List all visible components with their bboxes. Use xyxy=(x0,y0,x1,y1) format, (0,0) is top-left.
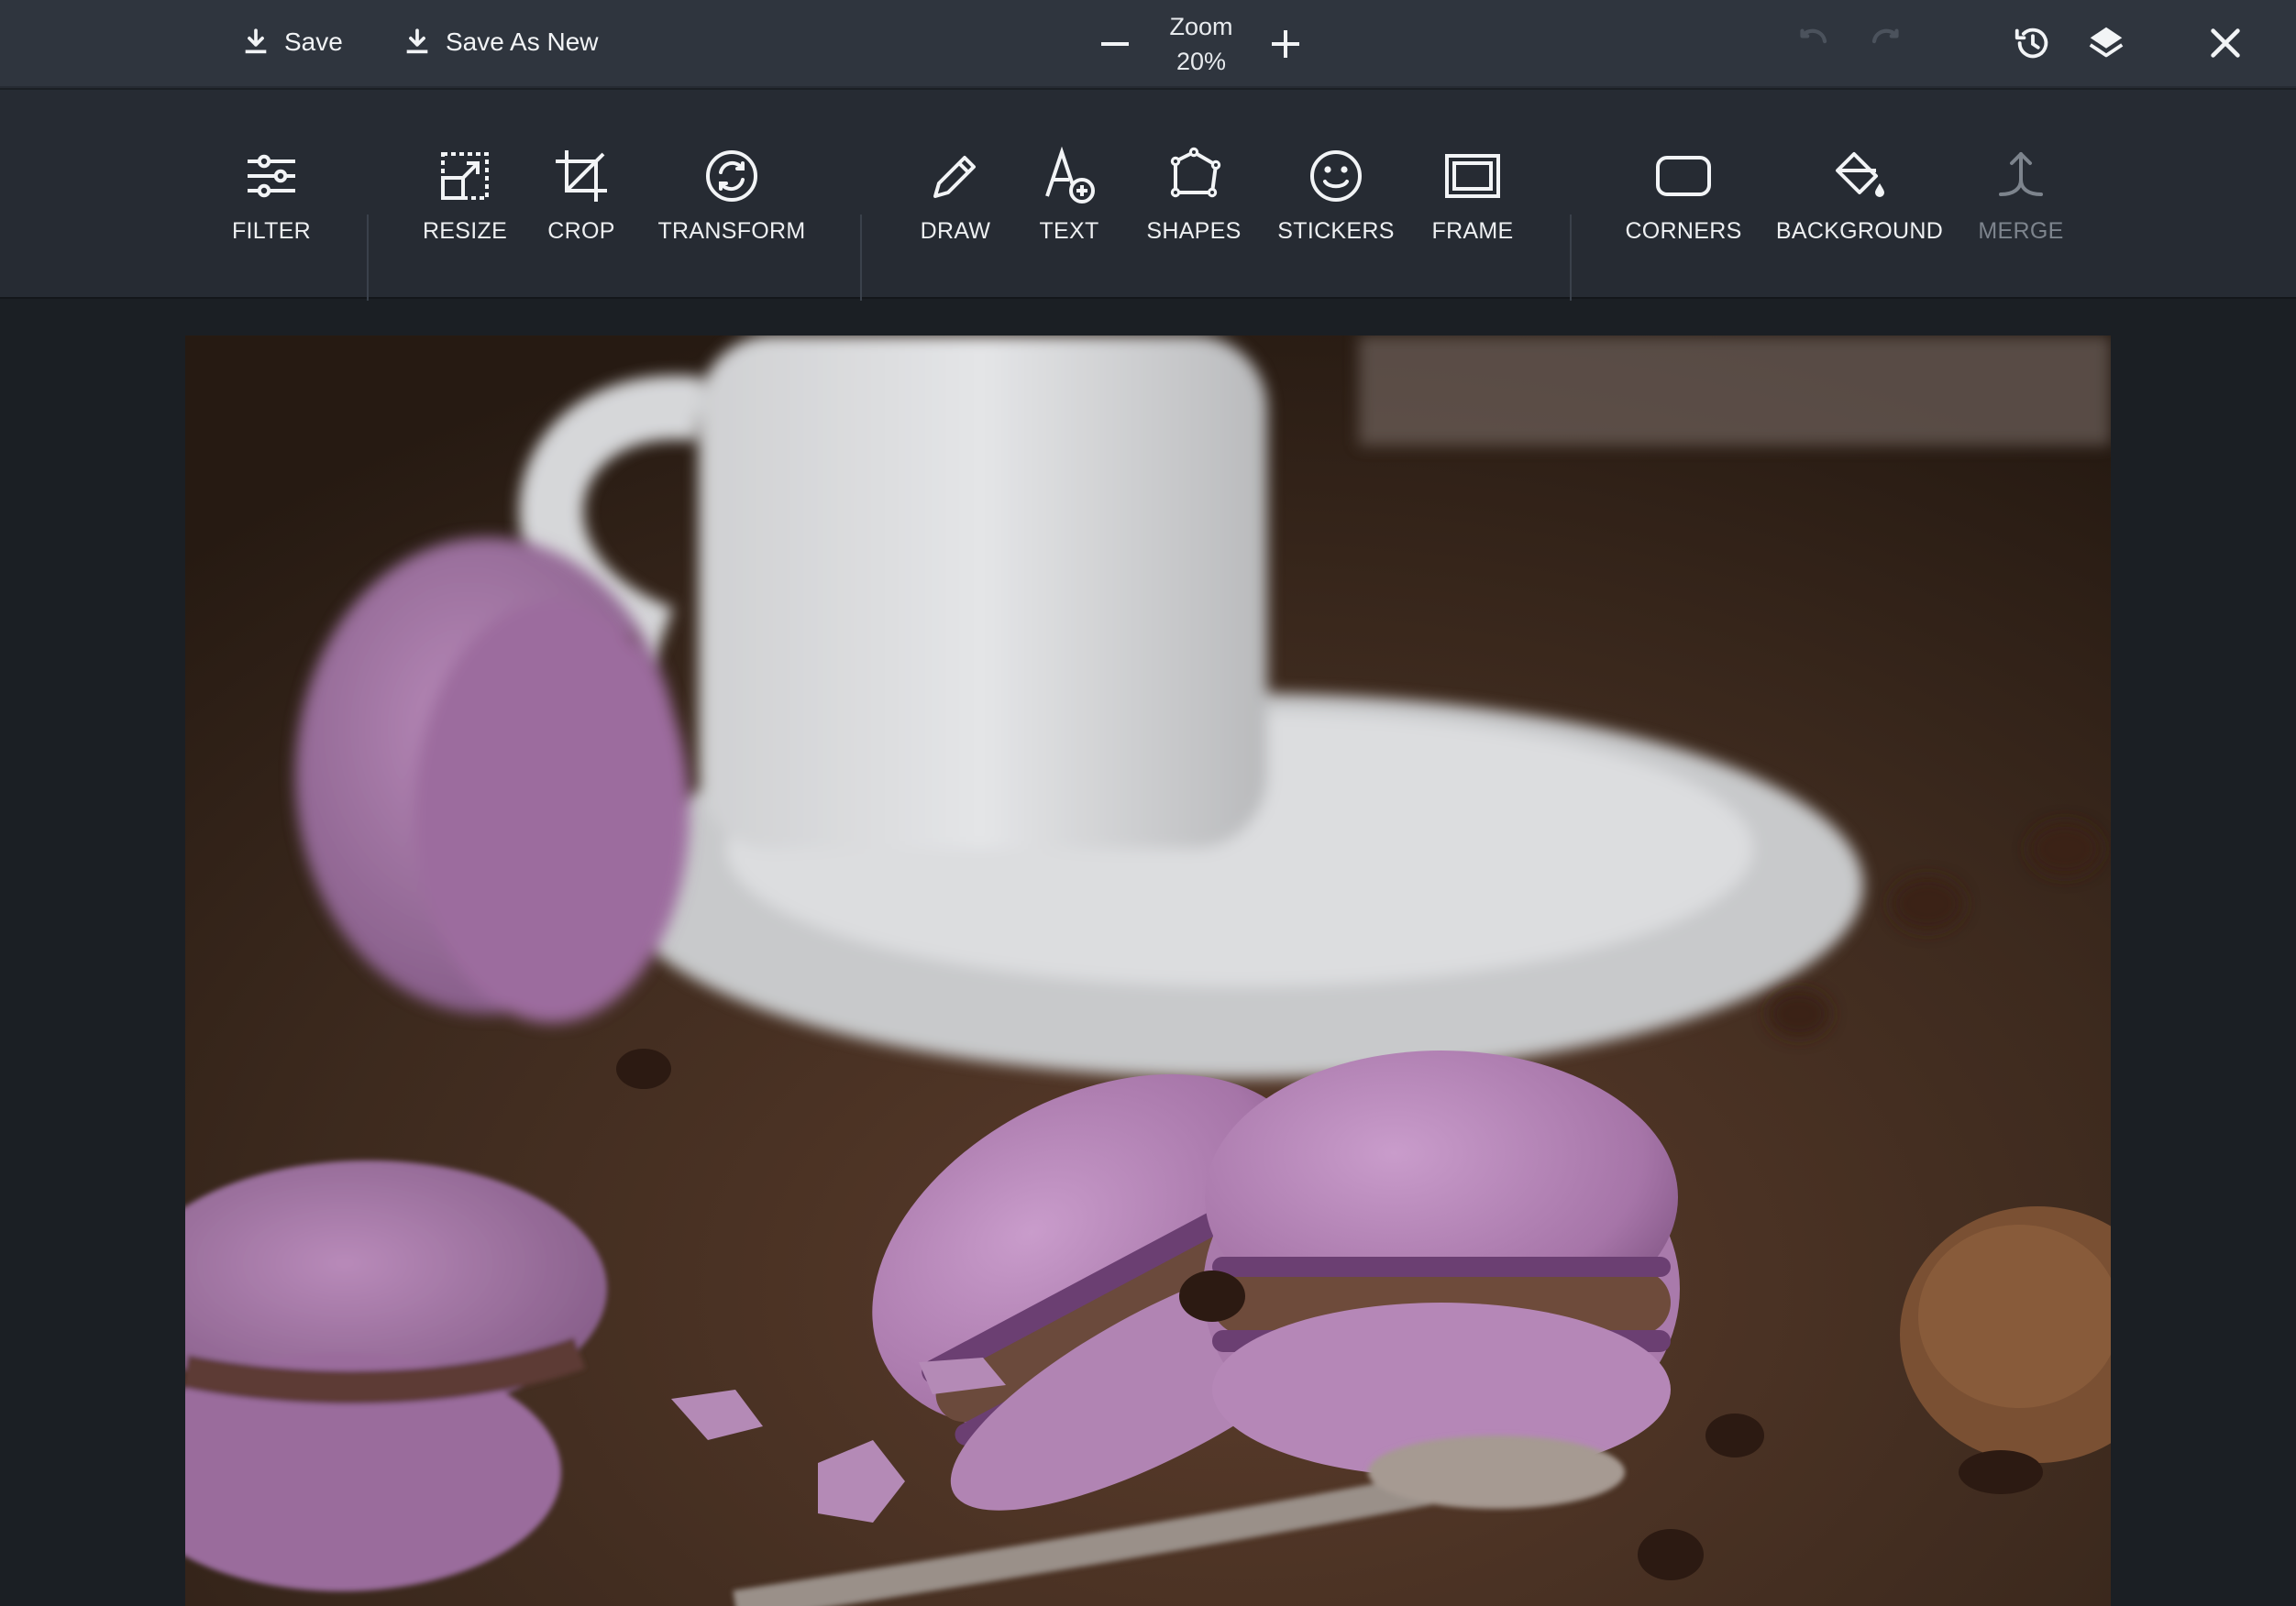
history-icon xyxy=(2015,28,2048,59)
tool-label: MERGE xyxy=(1978,218,2064,244)
crop-icon xyxy=(556,150,607,202)
tool-label: RESIZE xyxy=(422,218,508,244)
save-button[interactable]: Save xyxy=(240,20,343,64)
zoom-label: Zoom xyxy=(1169,13,1233,40)
tool-crop[interactable]: CROP xyxy=(545,147,618,257)
tool-resize[interactable]: RESIZE xyxy=(422,147,508,257)
tool-stickers[interactable]: STICKERS xyxy=(1277,147,1395,257)
tool-label: SHAPES xyxy=(1146,218,1242,244)
tool-label: DRAW xyxy=(920,218,991,244)
tool-frame[interactable]: FRAME xyxy=(1429,147,1517,257)
rotate-icon xyxy=(706,150,757,202)
tool-label: CROP xyxy=(547,218,615,244)
undo-icon xyxy=(1800,28,1827,44)
tool-transform[interactable]: TRANSFORM xyxy=(657,147,807,257)
zoom-out-icon[interactable] xyxy=(1097,26,1133,62)
smiley-icon xyxy=(1310,150,1362,202)
zoom-value: 20% xyxy=(1176,48,1227,75)
editor-canvas[interactable] xyxy=(0,301,2296,1606)
tool-label: STICKERS xyxy=(1277,218,1395,244)
history-button[interactable] xyxy=(2012,22,2054,64)
tool-text[interactable]: TEXT xyxy=(1032,147,1106,257)
macarons-photo xyxy=(185,336,2111,1606)
layers-icon xyxy=(2089,27,2124,58)
tool-label: FILTER xyxy=(231,218,312,244)
edited-image[interactable] xyxy=(185,336,2111,1606)
frame-icon xyxy=(1445,154,1500,198)
paint-bucket-icon xyxy=(1836,152,1884,197)
tool-draw[interactable]: DRAW xyxy=(919,147,992,257)
pencil-icon xyxy=(933,156,976,198)
tool-bar: FILTER RESIZE CROP TRANSFORM DRAW TEXT S… xyxy=(0,90,2296,352)
close-button[interactable] xyxy=(2204,22,2246,64)
tool-label: TEXT xyxy=(1039,218,1099,244)
merge-icon xyxy=(1999,152,2043,196)
zoom-in-icon[interactable] xyxy=(1267,26,1304,62)
top-bar: Save Save As New Zoom 20% xyxy=(0,0,2296,88)
tool-label: CORNERS xyxy=(1625,218,1742,244)
download-icon xyxy=(406,28,428,54)
redo-icon xyxy=(1871,28,1899,44)
zoom-control: Zoom 20% xyxy=(1082,6,1320,82)
save-label: Save xyxy=(284,28,343,56)
close-icon xyxy=(2211,28,2240,58)
rounded-rect-icon xyxy=(1656,156,1711,196)
sliders-icon xyxy=(248,154,295,198)
tool-label: TRANSFORM xyxy=(657,218,806,244)
tool-shapes[interactable]: SHAPES xyxy=(1146,147,1242,257)
text-add-icon xyxy=(1045,147,1095,204)
save-as-new-label: Save As New xyxy=(446,28,599,56)
resize-icon xyxy=(441,152,489,200)
download-icon xyxy=(245,28,267,54)
tool-filter[interactable]: FILTER xyxy=(231,147,312,257)
tool-label: BACKGROUND xyxy=(1775,218,1944,244)
tool-label: FRAME xyxy=(1431,218,1514,244)
save-as-new-button[interactable]: Save As New xyxy=(402,20,599,64)
polygon-icon xyxy=(1170,147,1221,198)
tool-corners[interactable]: CORNERS xyxy=(1625,147,1742,257)
undo-button[interactable] xyxy=(1792,22,1834,64)
tool-merge[interactable]: MERGE xyxy=(1978,147,2064,257)
tool-background[interactable]: BACKGROUND xyxy=(1776,147,1943,257)
layers-button[interactable] xyxy=(2085,22,2127,64)
redo-button[interactable] xyxy=(1865,22,1907,64)
